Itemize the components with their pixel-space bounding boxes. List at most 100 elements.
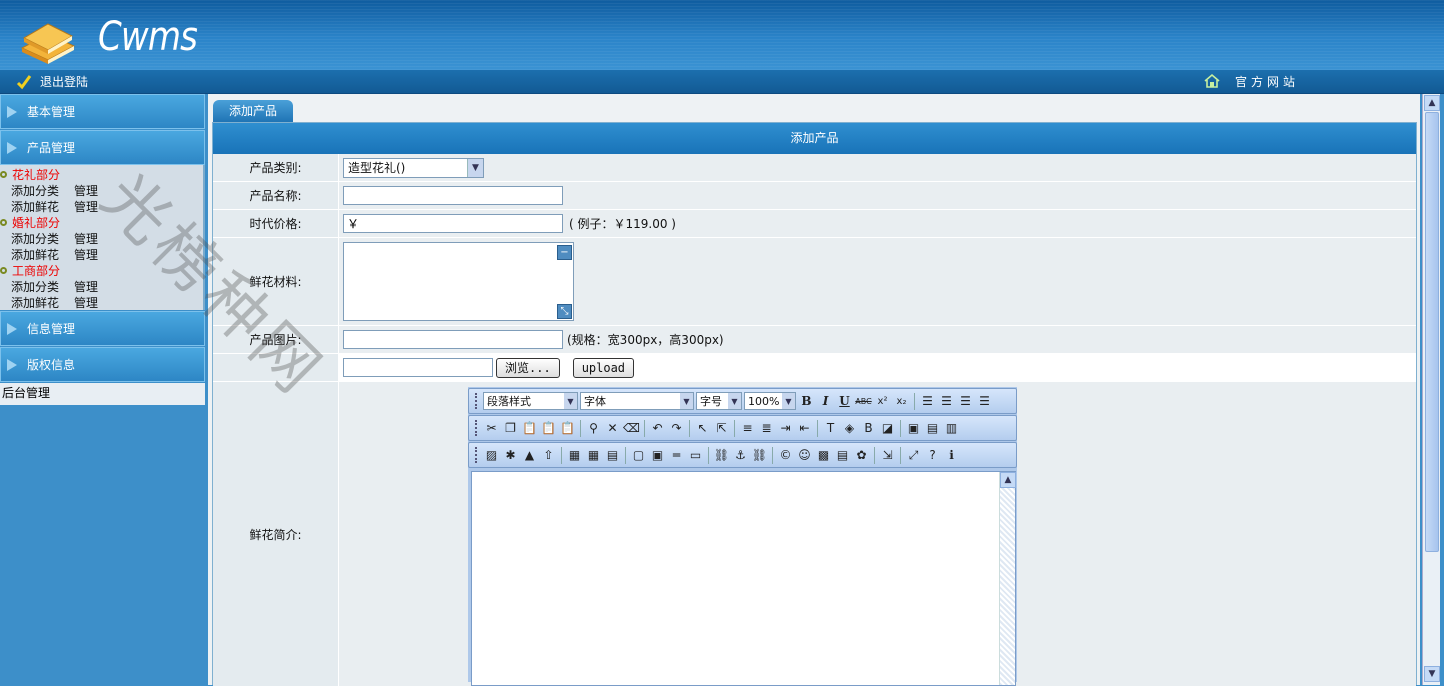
- sidebar-menu-basic[interactable]: 基本管理: [0, 94, 205, 129]
- add-category-link[interactable]: 添加分类: [11, 230, 74, 246]
- category-select[interactable]: 造型花礼() ▼: [343, 157, 484, 178]
- redo-icon[interactable]: ↷: [668, 420, 685, 437]
- upload-button[interactable]: upload: [572, 357, 635, 378]
- superscript-icon[interactable]: x²: [874, 393, 891, 410]
- background-color-icon[interactable]: B: [860, 420, 877, 437]
- unlink-icon[interactable]: ⛓: [751, 447, 768, 464]
- align-center-icon[interactable]: ☰: [938, 393, 955, 410]
- tab-add-product[interactable]: 添加产品: [213, 100, 293, 122]
- table-icon[interactable]: ▦: [566, 447, 583, 464]
- upload-file-icon[interactable]: ⇧: [540, 447, 557, 464]
- help-icon[interactable]: ?: [924, 447, 941, 464]
- page-scrollbar[interactable]: ▲ ▼: [1422, 94, 1440, 685]
- paste-text-icon[interactable]: 📋: [540, 420, 557, 437]
- editor-scrollbar[interactable]: ▲: [999, 472, 1016, 685]
- manage-link[interactable]: 管理: [74, 246, 98, 262]
- flash-icon[interactable]: ✱: [502, 447, 519, 464]
- media-icon[interactable]: ▲: [521, 447, 538, 464]
- scroll-down-icon[interactable]: ▼: [1424, 666, 1440, 682]
- file-input[interactable]: [343, 358, 493, 377]
- category-wedding[interactable]: 婚礼部分: [0, 214, 203, 230]
- unordered-list-icon[interactable]: ≣: [758, 420, 775, 437]
- special-char-icon[interactable]: ✿: [853, 447, 870, 464]
- add-flower-link[interactable]: 添加鲜花: [11, 294, 74, 310]
- table-props-icon[interactable]: ▦: [585, 447, 602, 464]
- marquee-icon[interactable]: ▭: [687, 447, 704, 464]
- add-category-link[interactable]: 添加分类: [11, 182, 74, 198]
- select-all-icon[interactable]: ⇱: [713, 420, 730, 437]
- editor-content-area[interactable]: ▲: [471, 471, 1016, 686]
- highlight-icon[interactable]: ◈: [841, 420, 858, 437]
- text-color-icon[interactable]: T: [822, 420, 839, 437]
- copyright-icon[interactable]: ©: [777, 447, 794, 464]
- horizontal-rule-icon[interactable]: ═: [668, 447, 685, 464]
- ordered-list-icon[interactable]: ≡: [739, 420, 756, 437]
- import-icon[interactable]: ⇲: [879, 447, 896, 464]
- excel-icon[interactable]: ▩: [815, 447, 832, 464]
- browse-button[interactable]: 浏览...: [496, 357, 560, 378]
- undo-icon[interactable]: ↶: [649, 420, 666, 437]
- outdent-icon[interactable]: ⇤: [796, 420, 813, 437]
- material-textarea[interactable]: − ⤡: [343, 242, 574, 321]
- manage-link[interactable]: 管理: [74, 278, 98, 294]
- price-input[interactable]: [343, 214, 563, 233]
- add-flower-link[interactable]: 添加鲜花: [11, 246, 74, 262]
- sidebar-menu-copyright[interactable]: 版权信息: [0, 347, 205, 382]
- category-business[interactable]: 工商部分: [0, 262, 203, 278]
- add-flower-link[interactable]: 添加鲜花: [11, 198, 74, 214]
- frame-icon[interactable]: ▣: [905, 420, 922, 437]
- resize-icon[interactable]: ⤡: [557, 304, 572, 319]
- paste-word-icon[interactable]: 📋: [559, 420, 576, 437]
- eraser-icon[interactable]: ⌫: [623, 420, 640, 437]
- underline-icon[interactable]: U: [836, 393, 853, 410]
- bold-icon[interactable]: B: [798, 393, 815, 410]
- collapse-icon[interactable]: −: [557, 245, 572, 260]
- layers-icon[interactable]: ▥: [943, 420, 960, 437]
- align-justify-icon[interactable]: ☰: [976, 393, 993, 410]
- sidebar-menu-product[interactable]: 产品管理: [0, 130, 205, 165]
- align-right-icon[interactable]: ☰: [957, 393, 974, 410]
- delete-icon[interactable]: ✕: [604, 420, 621, 437]
- product-name-input[interactable]: [343, 186, 563, 205]
- scroll-up-icon[interactable]: ▲: [1000, 472, 1016, 488]
- logout-link[interactable]: 退出登陆: [16, 73, 88, 90]
- date-icon[interactable]: ▤: [834, 447, 851, 464]
- paste-icon[interactable]: 📋: [521, 420, 538, 437]
- add-category-link[interactable]: 添加分类: [11, 278, 74, 294]
- paragraph-style-select[interactable]: 段落样式 ▼: [483, 392, 578, 410]
- image-icon[interactable]: ▨: [483, 447, 500, 464]
- sidebar-menu-info[interactable]: 信息管理: [0, 311, 205, 346]
- zoom-select[interactable]: 100% ▼: [744, 392, 796, 410]
- font-select[interactable]: 字体 ▼: [580, 392, 694, 410]
- official-site-link[interactable]: 官方网站: [1203, 72, 1299, 90]
- fullscreen-icon[interactable]: ⤢: [905, 447, 922, 464]
- link-icon[interactable]: ⛓: [713, 447, 730, 464]
- form-icon[interactable]: ▢: [630, 447, 647, 464]
- copy-icon[interactable]: ❐: [502, 420, 519, 437]
- anchor-icon[interactable]: ⚓: [732, 447, 749, 464]
- manage-link[interactable]: 管理: [74, 294, 98, 310]
- panel-title: 添加产品: [213, 123, 1416, 154]
- manage-link[interactable]: 管理: [74, 182, 98, 198]
- about-icon[interactable]: ℹ: [943, 447, 960, 464]
- italic-icon[interactable]: I: [817, 393, 834, 410]
- scrollbar-thumb[interactable]: [1425, 112, 1439, 552]
- cut-icon[interactable]: ✂: [483, 420, 500, 437]
- cell-icon[interactable]: ▤: [604, 447, 621, 464]
- border-icon[interactable]: ◪: [879, 420, 896, 437]
- select-icon[interactable]: ↖: [694, 420, 711, 437]
- manage-link[interactable]: 管理: [74, 230, 98, 246]
- image-path-input[interactable]: [343, 330, 563, 349]
- strikethrough-icon[interactable]: ABC: [855, 393, 872, 410]
- subscript-icon[interactable]: x₂: [893, 393, 910, 410]
- indent-icon[interactable]: ⇥: [777, 420, 794, 437]
- scroll-up-icon[interactable]: ▲: [1424, 95, 1440, 111]
- iframe-icon[interactable]: ▣: [649, 447, 666, 464]
- font-size-select[interactable]: 字号 ▼: [696, 392, 742, 410]
- manage-link[interactable]: 管理: [74, 198, 98, 214]
- find-icon[interactable]: ⚲: [585, 420, 602, 437]
- layer-icon[interactable]: ▤: [924, 420, 941, 437]
- emoticon-icon[interactable]: ☺: [796, 447, 813, 464]
- category-flowers[interactable]: 花礼部分: [0, 166, 203, 182]
- align-left-icon[interactable]: ☰: [919, 393, 936, 410]
